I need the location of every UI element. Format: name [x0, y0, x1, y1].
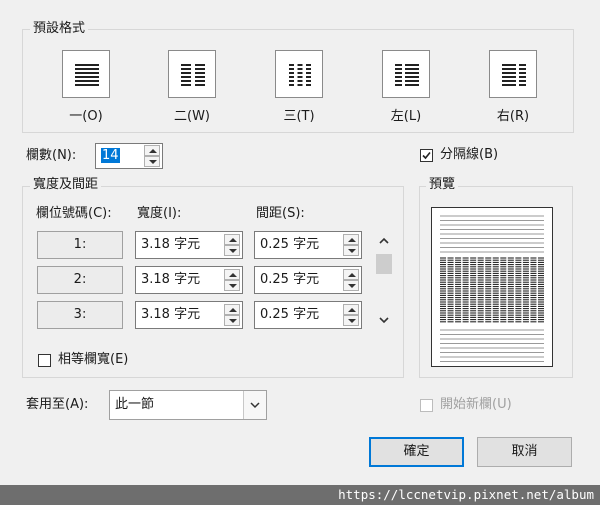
triangle-up-icon [348, 273, 356, 277]
width-3-down-button[interactable] [224, 315, 240, 326]
columns-scrollbar[interactable] [374, 232, 394, 330]
width-2-up-button[interactable] [224, 269, 240, 280]
scroll-up-icon[interactable] [374, 234, 394, 248]
triangle-up-icon [149, 149, 157, 153]
spacing-1-up-button[interactable] [343, 234, 359, 245]
spacing-3-up-button[interactable] [343, 304, 359, 315]
preset-two-label: 二(W) [174, 109, 210, 124]
preset-right-label: 右(R) [496, 109, 530, 124]
triangle-up-icon [348, 308, 356, 312]
apply-to-label: 套用至(A): [26, 397, 89, 412]
triangle-up-icon [348, 238, 356, 242]
col-number-header: 欄位號碼(C): [36, 206, 112, 221]
width-1-down-button[interactable] [224, 245, 240, 256]
col-number-2: 2: [37, 266, 123, 294]
equal-width-label: 相等欄寬(E) [58, 352, 129, 367]
num-columns-up-button[interactable] [144, 145, 160, 156]
width-1-up-button[interactable] [224, 234, 240, 245]
spacing-2-up-button[interactable] [343, 269, 359, 280]
triangle-down-icon [348, 249, 356, 253]
start-new-column-checkbox[interactable] [420, 399, 433, 412]
num-columns-value: 14 [101, 148, 120, 163]
spacing-field-3[interactable]: 0.25 字元 [254, 301, 362, 329]
cancel-button[interactable]: 取消 [477, 437, 572, 467]
two-columns-icon [181, 64, 205, 86]
width-field-2[interactable]: 3.18 字元 [135, 266, 243, 294]
num-columns-down-button[interactable] [144, 156, 160, 167]
num-columns-label: 欄數(N): [26, 148, 77, 163]
three-columns-icon [288, 64, 312, 86]
apply-to-select[interactable]: 此一節 [109, 390, 267, 420]
width-spacing-title: 寬度及間距 [30, 177, 102, 193]
checkmark-icon [422, 151, 431, 160]
width-3-up-button[interactable] [224, 304, 240, 315]
width-field-1[interactable]: 3.18 字元 [135, 231, 243, 259]
triangle-up-icon [229, 238, 237, 242]
line-between-label: 分隔線(B) [440, 147, 499, 162]
triangle-down-icon [229, 319, 237, 323]
preset-one-label: 一(O) [69, 109, 103, 124]
spacing-header: 間距(S): [256, 206, 305, 221]
preset-two-button[interactable] [168, 50, 216, 98]
preview-columns-graphic [440, 215, 544, 362]
preset-one-button[interactable] [62, 50, 110, 98]
presets-title: 預設格式 [30, 21, 89, 37]
one-column-icon [75, 64, 99, 86]
triangle-down-icon [229, 284, 237, 288]
right-column-icon [502, 64, 526, 86]
scroll-down-icon[interactable] [374, 313, 394, 327]
preview-page [431, 207, 553, 367]
preset-left-label: 左(L) [390, 109, 422, 124]
col-number-3: 3: [37, 301, 123, 329]
spacing-2-down-button[interactable] [343, 280, 359, 291]
spacing-3-down-button[interactable] [343, 315, 359, 326]
preset-three-label: 三(T) [283, 109, 315, 124]
triangle-down-icon [348, 319, 356, 323]
scrollbar-thumb[interactable] [376, 254, 392, 274]
chevron-down-icon [250, 402, 260, 409]
triangle-down-icon [149, 160, 157, 164]
preview-title: 預覽 [426, 177, 459, 193]
ok-button[interactable]: 確定 [369, 437, 464, 467]
num-columns-stepper[interactable]: 14 [95, 143, 163, 169]
spacing-field-1[interactable]: 0.25 字元 [254, 231, 362, 259]
width-header: 寬度(I): [137, 206, 182, 221]
width-2-down-button[interactable] [224, 280, 240, 291]
columns-dialog: 預設格式 一(O) 二(W) 三(T) 左(L) 右(R) 欄數(N): 14 … [0, 0, 600, 485]
left-column-icon [395, 64, 419, 86]
preset-three-button[interactable] [275, 50, 323, 98]
equal-width-checkbox[interactable] [38, 354, 51, 367]
apply-to-dropdown-button[interactable] [243, 391, 266, 419]
triangle-down-icon [229, 249, 237, 253]
triangle-up-icon [229, 308, 237, 312]
triangle-up-icon [229, 273, 237, 277]
watermark-bar: https://lccnetvip.pixnet.net/album [0, 485, 600, 505]
start-new-column-label: 開始新欄(U) [440, 397, 512, 412]
preset-right-button[interactable] [489, 50, 537, 98]
spacing-1-down-button[interactable] [343, 245, 359, 256]
spacing-field-2[interactable]: 0.25 字元 [254, 266, 362, 294]
col-number-1: 1: [37, 231, 123, 259]
preset-left-button[interactable] [382, 50, 430, 98]
watermark-text: https://lccnetvip.pixnet.net/album [338, 487, 594, 502]
width-field-3[interactable]: 3.18 字元 [135, 301, 243, 329]
line-between-checkbox[interactable] [420, 149, 433, 162]
triangle-down-icon [348, 284, 356, 288]
